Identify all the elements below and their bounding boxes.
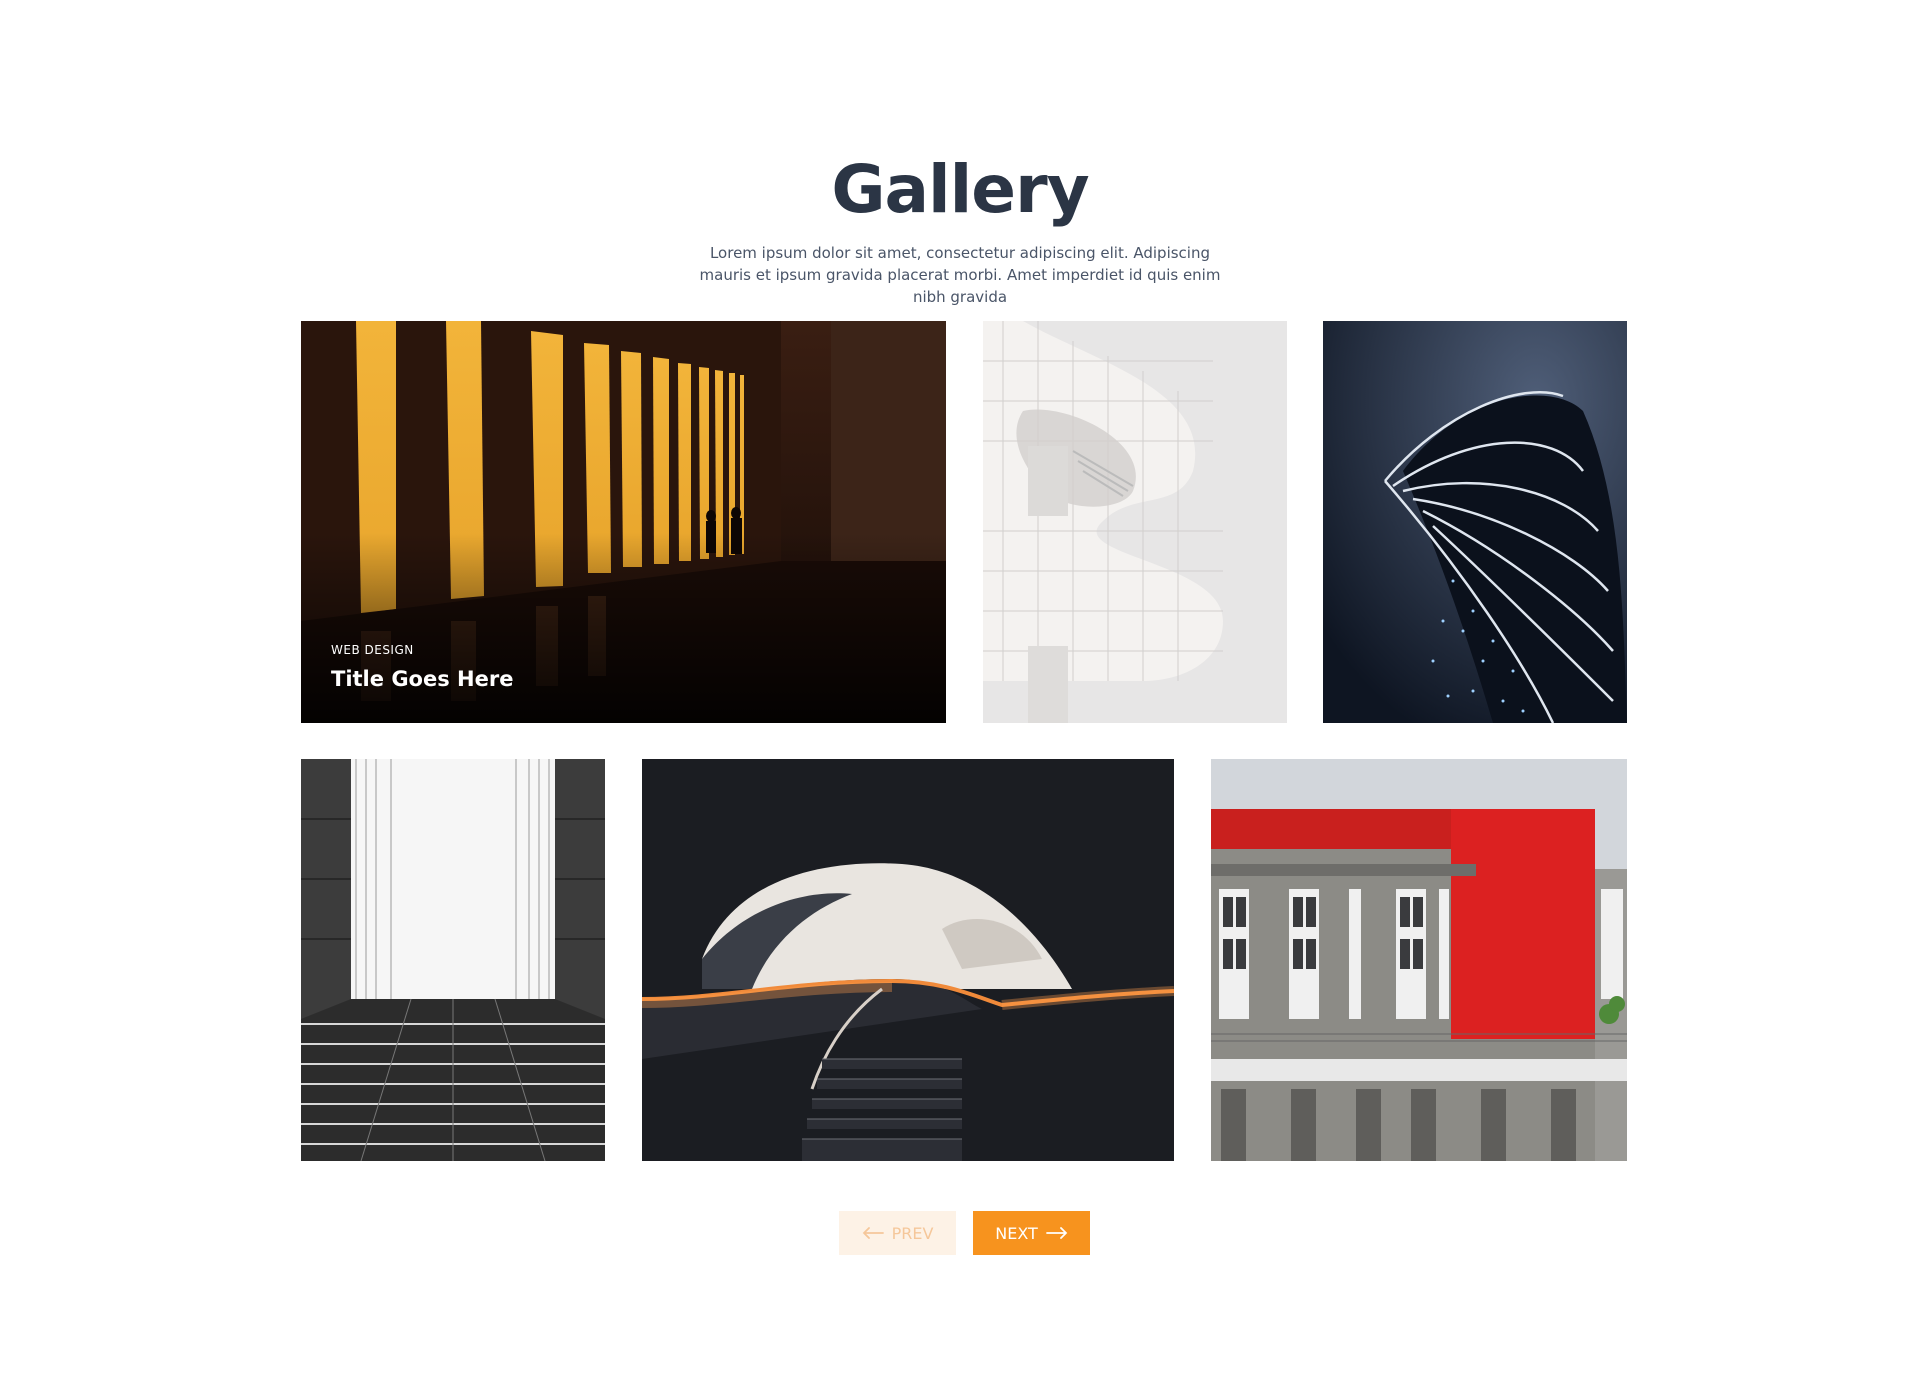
white-curves-image [983,321,1287,723]
prev-label: PREV [891,1223,934,1243]
glass-atrium-image [301,759,605,1161]
gallery-item-lit-staircase[interactable] [642,759,1174,1161]
caption-overlay [301,533,946,723]
arrow-left-icon [862,1227,884,1239]
gallery-item-orange-corridor[interactable]: WEB DESIGN Title Goes Here [301,321,946,723]
next-button[interactable]: NEXT [973,1211,1090,1255]
pagination: PREV NEXT [0,1211,1920,1255]
gallery-item-spiral-tower[interactable] [1323,321,1627,723]
item-category: WEB DESIGN [331,643,414,657]
red-building-image [1211,759,1627,1161]
arrow-right-icon [1045,1227,1068,1239]
gallery-item-white-curves[interactable] [983,321,1287,723]
page-title: Gallery [831,151,1089,228]
featured-caption: WEB DESIGN Title Goes Here [331,643,513,691]
gallery-item-glass-atrium[interactable] [301,759,605,1161]
next-label: NEXT [995,1223,1038,1243]
lit-staircase-image [642,759,1174,1161]
spiral-tower-image [1323,321,1627,723]
gallery-item-red-building[interactable] [1211,759,1627,1161]
prev-button[interactable]: PREV [839,1211,956,1255]
item-title[interactable]: Title Goes Here [331,667,513,691]
gallery-header: Gallery Lorem ipsum dolor sit amet, cons… [0,150,1920,308]
page-subtitle: Lorem ipsum dolor sit amet, consectetur … [699,244,1221,306]
